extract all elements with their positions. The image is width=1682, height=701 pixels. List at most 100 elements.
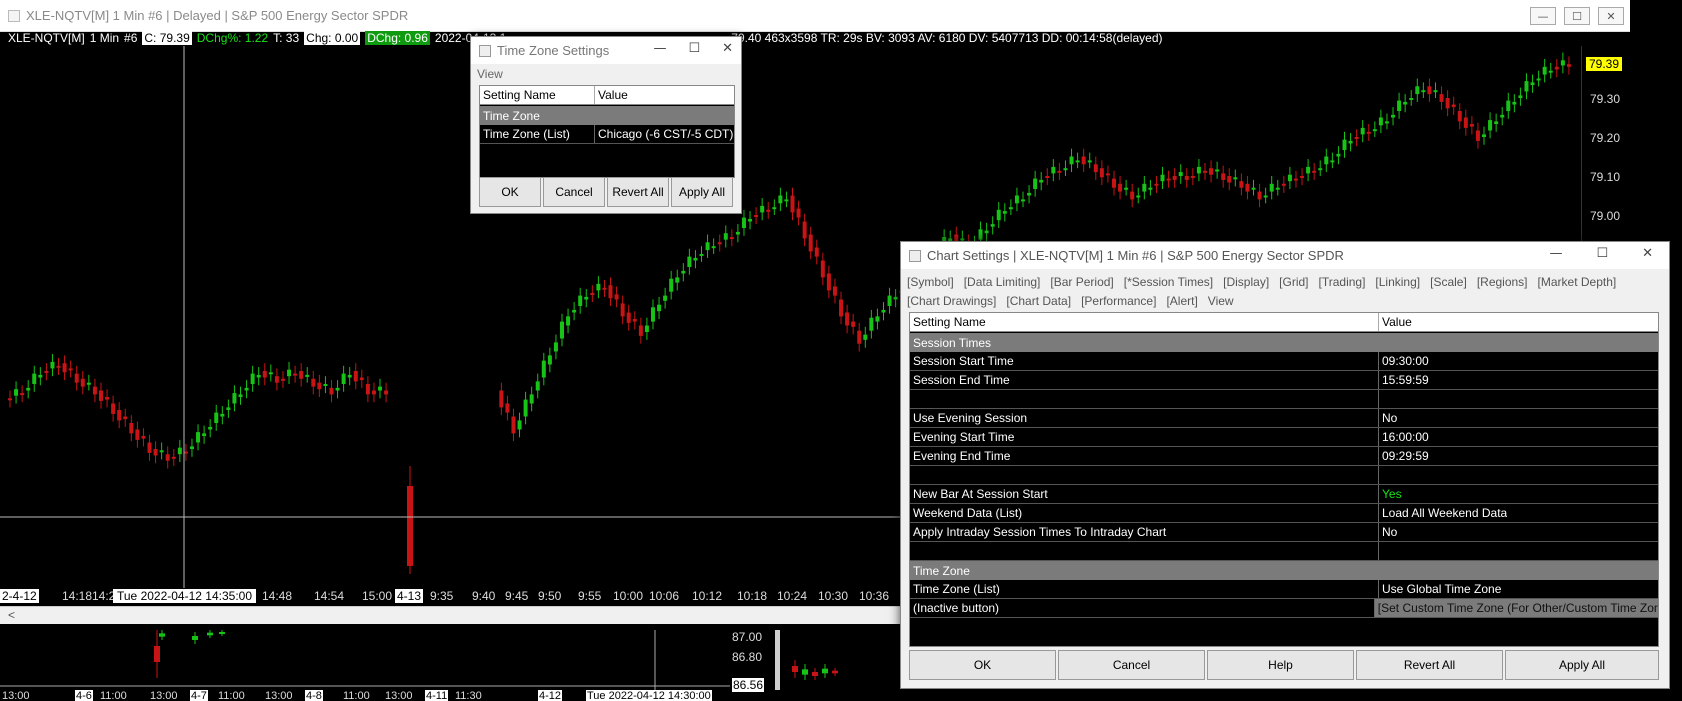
setting-value[interactable]: [Set Custom Time Zone (For Other/Custom … — [1374, 599, 1658, 617]
app-icon — [8, 9, 20, 22]
settings-tab[interactable]: [Scale] — [1430, 273, 1467, 292]
main-window-title: XLE-NQTV[M] 1 Min #6 | Delayed | S&P 500… — [26, 8, 409, 23]
table-row[interactable]: Time Zone (List) Use Global Time Zone — [910, 580, 1658, 599]
settings-tab[interactable]: [Display] — [1223, 273, 1269, 292]
help-button[interactable]: Help — [1207, 650, 1354, 680]
candle — [1463, 109, 1480, 149]
splitter[interactable] — [775, 630, 780, 690]
candle — [154, 630, 160, 678]
cancel-button[interactable]: Cancel — [1058, 650, 1205, 680]
secondary-price-label: 87.00 — [732, 630, 763, 644]
close-icon[interactable]: ✕ — [1642, 246, 1653, 261]
settings-tab[interactable]: [Chart Data] — [1006, 292, 1071, 311]
setting-name: Session Start Time — [910, 352, 1379, 370]
cancel-button[interactable]: Cancel — [543, 177, 605, 207]
candle — [1045, 159, 1062, 186]
minimize-icon[interactable]: — — [1530, 7, 1556, 25]
setting-value[interactable] — [1379, 542, 1382, 560]
main-window-titlebar[interactable]: XLE-NQTV[M] 1 Min #6 | Delayed | S&P 500… — [0, 0, 1630, 32]
maximize-icon[interactable]: ☐ — [1564, 7, 1590, 25]
column-header-setting[interactable]: Setting Name — [480, 86, 595, 104]
candle — [863, 308, 880, 348]
table-row[interactable]: Time Zone (List) Chicago (-6 CST/-5 CDT) — [480, 125, 734, 144]
table-row[interactable]: New Bar At Session Start Yes — [910, 485, 1658, 504]
settings-tab[interactable]: [Bar Period] — [1050, 273, 1113, 292]
settings-tab[interactable]: [Symbol] — [907, 273, 954, 292]
ok-button[interactable]: OK — [909, 650, 1056, 680]
revert-all-button[interactable]: Revert All — [607, 177, 669, 207]
candle — [822, 664, 828, 678]
time-tick-label: 9:55 — [578, 589, 602, 603]
ok-button[interactable]: OK — [479, 177, 541, 207]
setting-value[interactable]: 09:30:00 — [1379, 352, 1429, 370]
time-tick-label: 9:40 — [472, 589, 496, 603]
table-row[interactable]: Weekend Data (List) Load All Weekend Data — [910, 504, 1658, 523]
header-ticks: T: 33 — [273, 31, 300, 45]
settings-tab[interactable]: [Data Limiting] — [964, 273, 1041, 292]
table-row[interactable]: Session End Time 15:59:59 — [910, 371, 1658, 390]
setting-name: (Inactive button) — [910, 599, 1375, 617]
secondary-chart-plot[interactable] — [0, 630, 900, 690]
secondary-time-label: 13:00 — [150, 690, 178, 701]
settings-tab[interactable]: [Chart Drawings] — [907, 292, 996, 311]
candle — [517, 386, 534, 438]
setting-value[interactable]: Use Global Time Zone — [1379, 580, 1501, 598]
candle — [1099, 160, 1116, 196]
setting-value[interactable] — [1379, 466, 1382, 484]
setting-value[interactable]: No — [1379, 523, 1397, 541]
grid-header: Setting Name Value — [910, 313, 1658, 332]
cs-dialog-titlebar[interactable]: Chart Settings | XLE-NQTV[M] 1 Min #6 | … — [901, 242, 1669, 269]
settings-tab[interactable]: [Grid] — [1279, 273, 1308, 292]
section-label: Session Times — [913, 335, 992, 350]
table-row[interactable]: Session Start Time 09:30:00 — [910, 352, 1658, 371]
setting-name: Weekend Data (List) — [910, 504, 1379, 522]
setting-value[interactable] — [1379, 390, 1382, 408]
maximize-icon[interactable]: ☐ — [1596, 246, 1608, 261]
horizontal-scrollbar[interactable]: < — [0, 606, 900, 624]
secondary-time-label: 11:30 — [455, 690, 482, 701]
candle — [189, 424, 207, 457]
apply-all-button[interactable]: Apply All — [671, 177, 733, 207]
column-header-value[interactable]: Value — [595, 86, 628, 104]
table-row[interactable]: Evening End Time 09:29:59 — [910, 447, 1658, 466]
minimize-icon[interactable]: — — [1549, 246, 1562, 261]
setting-value[interactable]: Load All Weekend Data — [1379, 504, 1507, 522]
setting-value[interactable]: Chicago (-6 CST/-5 CDT) — [595, 125, 733, 143]
close-icon[interactable]: ✕ — [1598, 7, 1624, 25]
settings-tab[interactable]: [Trading] — [1319, 273, 1366, 292]
scroll-left-icon[interactable]: < — [8, 608, 15, 622]
table-row[interactable]: Use Evening Session No — [910, 409, 1658, 428]
tz-menu-view[interactable]: View — [477, 67, 503, 81]
close-icon[interactable]: ✕ — [722, 41, 733, 56]
revert-all-button[interactable]: Revert All — [1356, 650, 1503, 680]
table-row[interactable]: Evening Start Time 16:00:00 — [910, 428, 1658, 447]
table-row[interactable]: (Inactive button) [Set Custom Time Zone (… — [910, 599, 1658, 618]
setting-value[interactable]: Yes — [1379, 485, 1402, 503]
column-header-setting[interactable]: Setting Name — [910, 313, 1379, 331]
settings-tab[interactable]: [Linking] — [1375, 273, 1420, 292]
tz-dialog-titlebar[interactable]: Time Zone Settings — ☐ ✕ — [471, 37, 741, 64]
candle — [1336, 131, 1353, 165]
candle — [208, 404, 225, 438]
grid-header: Setting Name Value — [480, 86, 734, 105]
setting-value[interactable]: No — [1379, 409, 1397, 427]
candle — [244, 365, 261, 399]
settings-tab[interactable]: [Performance] — [1081, 292, 1156, 311]
settings-tab[interactable]: [*Session Times] — [1124, 273, 1213, 292]
header-chart-num: #6 — [124, 31, 138, 45]
candle — [407, 486, 413, 566]
settings-tab[interactable]: [Market Depth] — [1538, 273, 1617, 292]
settings-tab[interactable]: [Alert] — [1166, 292, 1197, 311]
settings-tab[interactable]: View — [1208, 292, 1234, 311]
setting-value[interactable]: 16:00:00 — [1379, 428, 1429, 446]
minimize-icon[interactable]: — — [653, 41, 666, 56]
setting-name: Apply Intraday Session Times To Intraday… — [910, 523, 1379, 541]
maximize-icon[interactable]: ☐ — [688, 41, 700, 56]
setting-value[interactable]: 09:29:59 — [1379, 447, 1429, 465]
column-header-value[interactable]: Value — [1379, 313, 1412, 331]
settings-tab[interactable]: [Regions] — [1477, 273, 1528, 292]
table-row[interactable]: Apply Intraday Session Times To Intraday… — [910, 523, 1658, 542]
setting-value[interactable]: 15:59:59 — [1379, 371, 1429, 389]
candle — [80, 371, 97, 403]
apply-all-button[interactable]: Apply All — [1505, 650, 1659, 680]
